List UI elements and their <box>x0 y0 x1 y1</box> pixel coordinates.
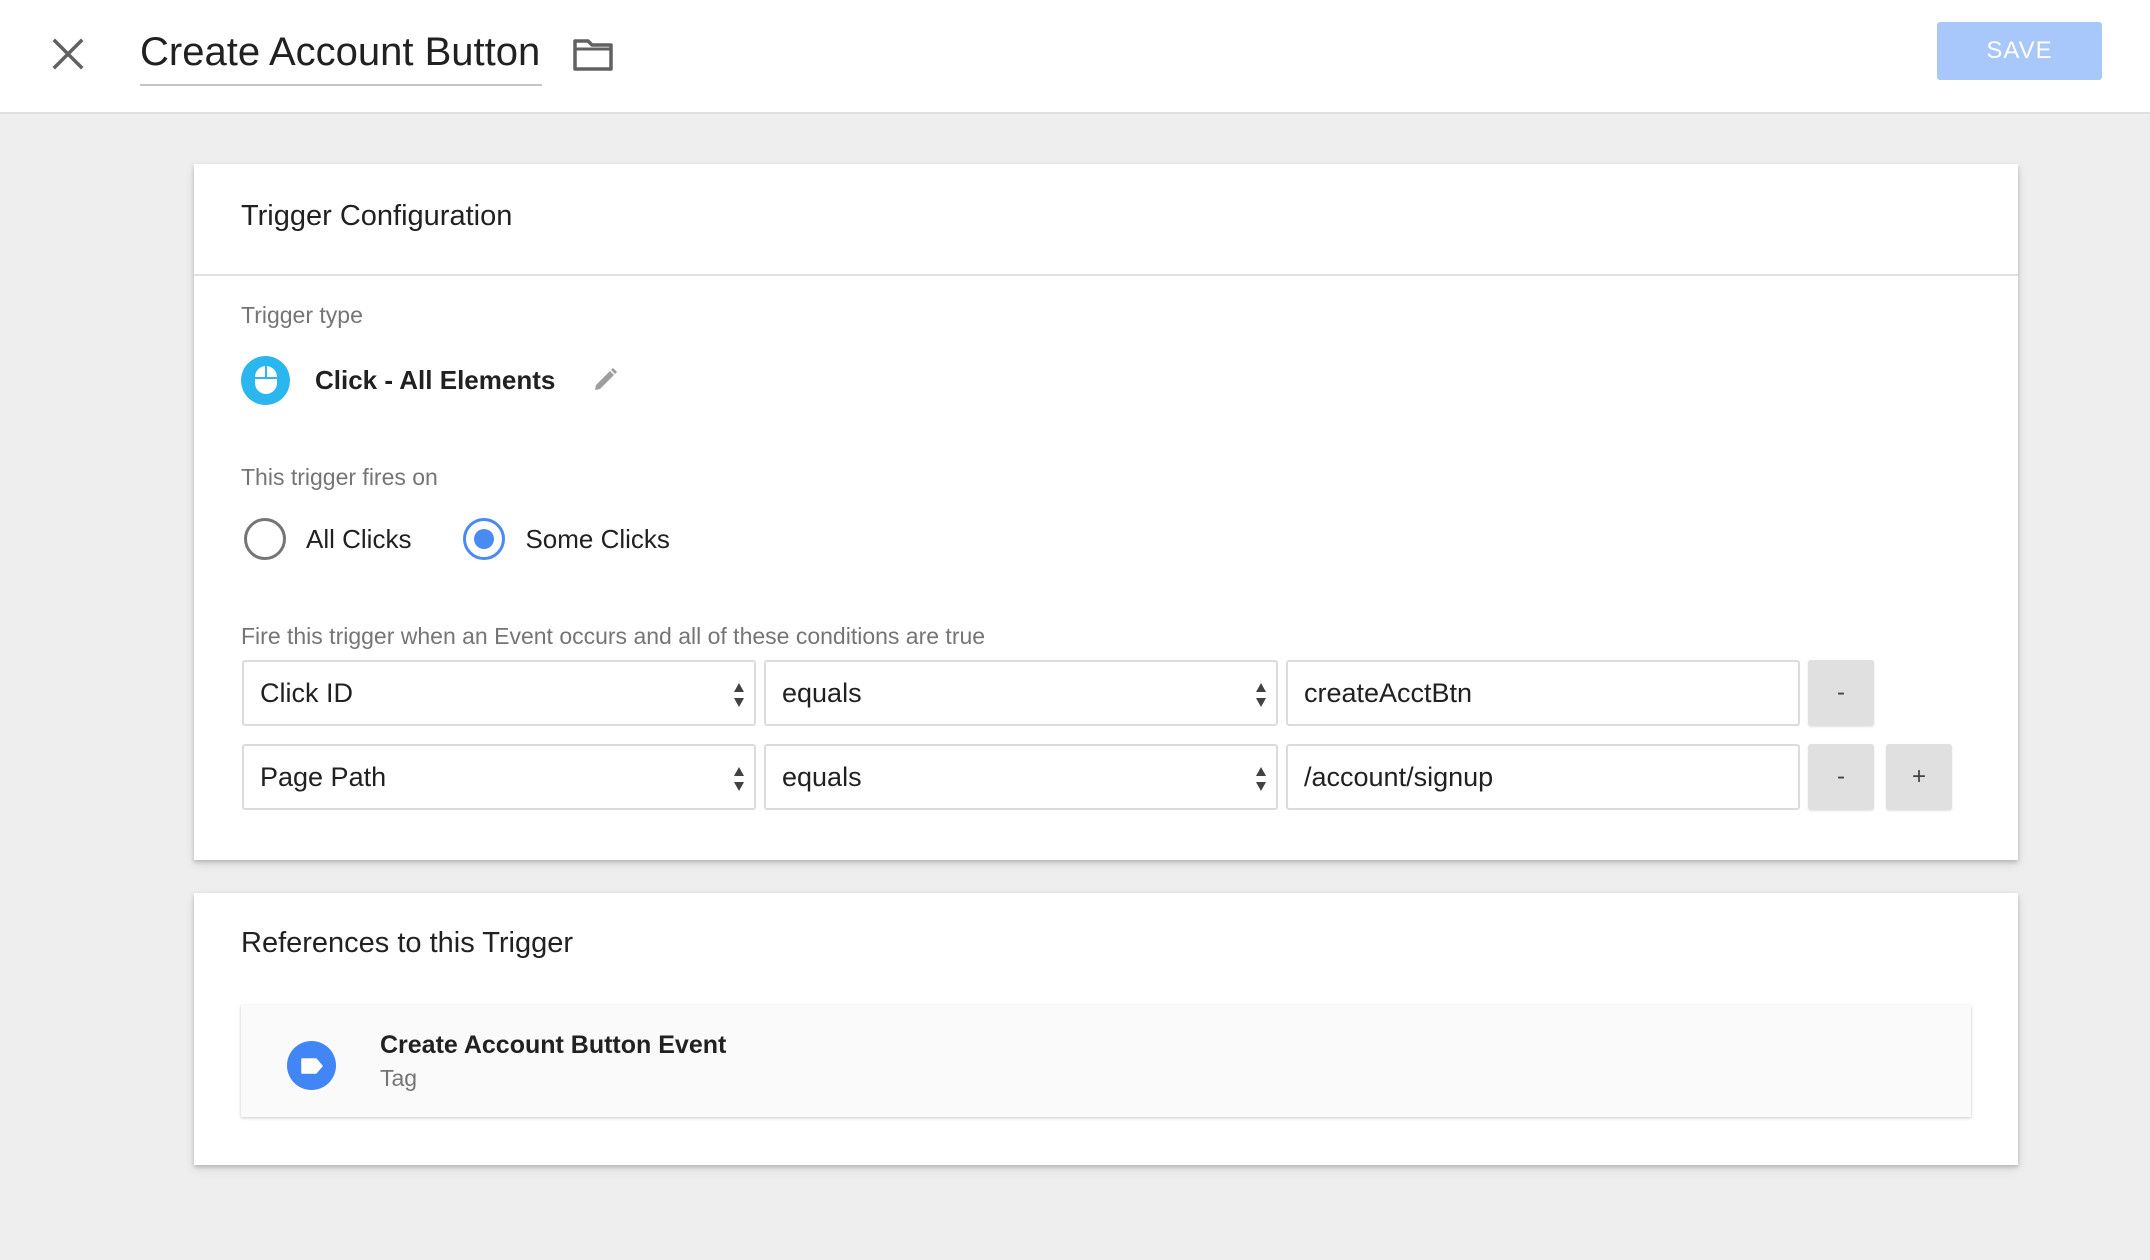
radio-all-clicks[interactable]: All Clicks <box>244 518 411 560</box>
trigger-configuration-card: Trigger Configuration Trigger type Click… <box>194 164 2018 860</box>
remove-condition-button[interactable]: - <box>1808 660 1874 726</box>
close-button[interactable] <box>40 26 96 82</box>
reference-item[interactable]: Create Account Button Event Tag <box>241 1005 1971 1117</box>
select-arrows-icon <box>1256 683 1266 707</box>
select-arrows-icon <box>1256 767 1266 791</box>
reference-name: Create Account Button Event <box>380 1031 727 1059</box>
select-arrows-icon <box>734 767 744 791</box>
select-arrows-icon <box>734 683 744 707</box>
radio-label: All Clicks <box>306 523 412 554</box>
mouse-icon <box>241 355 290 405</box>
close-icon <box>52 38 84 70</box>
operator-select[interactable]: equals <box>764 660 1278 726</box>
card-header: Trigger Configuration <box>194 164 2018 276</box>
pencil-icon <box>595 368 618 390</box>
trigger-type-selector[interactable]: Click - All Elements <box>241 355 625 405</box>
operator-select[interactable]: equals <box>764 744 1278 810</box>
folder-button[interactable] <box>568 30 618 80</box>
fires-on-radio-group: All Clicks Some Clicks <box>244 516 670 562</box>
variable-value: Page Path <box>260 761 387 792</box>
edit-trigger-type-button[interactable] <box>585 360 625 400</box>
condition-value: /account/signup <box>1304 761 1494 792</box>
operator-value: equals <box>782 677 862 708</box>
variable-value: Click ID <box>260 677 353 708</box>
trigger-type-name: Click - All Elements <box>315 364 556 395</box>
remove-condition-button[interactable]: - <box>1808 744 1874 810</box>
radio-unchecked-icon <box>244 518 286 560</box>
card-title: Trigger Configuration <box>241 200 513 232</box>
radio-checked-icon <box>463 518 506 560</box>
add-condition-button[interactable]: + <box>1886 744 1952 810</box>
trigger-name-field[interactable]: Create Account Button <box>140 22 543 86</box>
top-bar: Create Account Button SAVE <box>0 0 2150 114</box>
condition-value-input[interactable]: createAcctBtn <box>1286 660 1800 726</box>
radio-some-clicks[interactable]: Some Clicks <box>463 518 670 560</box>
radio-label: Some Clicks <box>525 523 670 554</box>
reference-type: Tag <box>380 1065 418 1091</box>
operator-value: equals <box>782 761 862 792</box>
variable-select[interactable]: Click ID <box>242 660 756 726</box>
card-title: References to this Trigger <box>241 927 574 959</box>
fires-on-label: This trigger fires on <box>241 464 438 490</box>
tag-icon <box>287 1041 336 1090</box>
references-card: References to this Trigger Create Accoun… <box>194 893 2018 1165</box>
condition-value-input[interactable]: /account/signup <box>1286 744 1800 810</box>
folder-icon <box>573 39 613 71</box>
conditions-label: Fire this trigger when an Event occurs a… <box>241 623 986 649</box>
variable-select[interactable]: Page Path <box>242 744 756 810</box>
save-button[interactable]: SAVE <box>1937 22 2102 80</box>
trigger-type-label: Trigger type <box>241 302 363 328</box>
condition-value: createAcctBtn <box>1304 677 1473 708</box>
page-title: Create Account Button <box>140 30 541 74</box>
